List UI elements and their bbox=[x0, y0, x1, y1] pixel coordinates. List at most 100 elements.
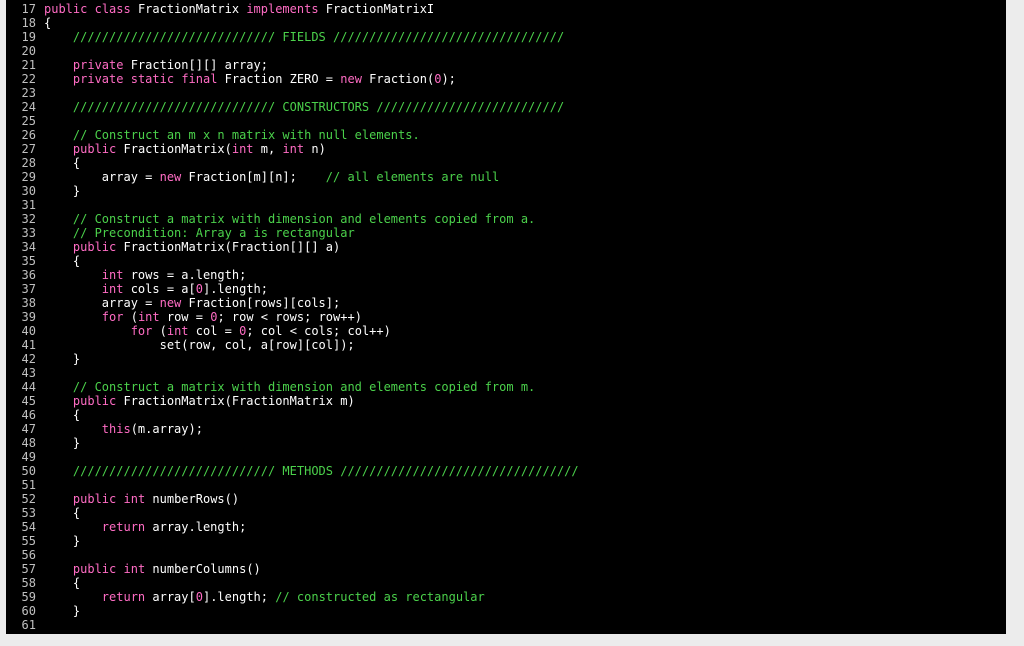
code-content: for (int col = 0; col < cols; col++) bbox=[44, 324, 1006, 338]
token-kw: int bbox=[124, 492, 146, 506]
code-line: 31 bbox=[6, 198, 1006, 212]
token-id bbox=[44, 590, 102, 604]
code-line: 22 private static final Fraction ZERO = … bbox=[6, 72, 1006, 86]
line-number: 20 bbox=[6, 44, 44, 58]
token-id: Fraction ZERO = bbox=[217, 72, 340, 86]
token-id: ( bbox=[123, 310, 137, 324]
token-id: FractionMatrix bbox=[131, 2, 247, 16]
token-id: { bbox=[44, 254, 80, 268]
code-line: 26 // Construct an m x n matrix with nul… bbox=[6, 128, 1006, 142]
code-line: 36 int rows = a.length; bbox=[6, 268, 1006, 282]
line-number: 27 bbox=[6, 142, 44, 156]
token-cm: //////////////////////////// METHODS ///… bbox=[73, 464, 579, 478]
token-id: ; row < rows; row++) bbox=[217, 310, 362, 324]
token-id: ].length; bbox=[203, 590, 275, 604]
code-content: { bbox=[44, 254, 1006, 268]
token-kw: int bbox=[282, 142, 304, 156]
line-number: 31 bbox=[6, 198, 44, 212]
token-id: { bbox=[44, 408, 80, 422]
line-number: 42 bbox=[6, 352, 44, 366]
line-number: 55 bbox=[6, 534, 44, 548]
code-line: 38 array = new Fraction[rows][cols]; bbox=[6, 296, 1006, 310]
code-line: 41 set(row, col, a[row][col]); bbox=[6, 338, 1006, 352]
code-content: private static final Fraction ZERO = new… bbox=[44, 72, 1006, 86]
code-content: //////////////////////////// CONSTRUCTOR… bbox=[44, 100, 1006, 114]
code-line: 42 } bbox=[6, 352, 1006, 366]
token-id bbox=[44, 520, 102, 534]
code-line: 60 } bbox=[6, 604, 1006, 618]
token-id: { bbox=[44, 156, 80, 170]
code-content bbox=[44, 366, 1006, 380]
line-number: 45 bbox=[6, 394, 44, 408]
token-cm: // all elements are null bbox=[326, 170, 499, 184]
token-id bbox=[44, 394, 73, 408]
token-id: array = bbox=[44, 296, 160, 310]
code-content bbox=[44, 548, 1006, 562]
line-number: 21 bbox=[6, 58, 44, 72]
token-cm: //////////////////////////// CONSTRUCTOR… bbox=[73, 100, 564, 114]
token-id: ].length; bbox=[203, 282, 268, 296]
code-line: 56 bbox=[6, 548, 1006, 562]
token-id: FractionMatrix(Fraction[][] a) bbox=[116, 240, 340, 254]
token-cm: // Construct an m x n matrix with null e… bbox=[73, 128, 420, 142]
code-line: 27 public FractionMatrix(int m, int n) bbox=[6, 142, 1006, 156]
code-content: { bbox=[44, 408, 1006, 422]
token-id bbox=[116, 492, 123, 506]
token-kw: implements bbox=[246, 2, 318, 16]
code-line: 52 public int numberRows() bbox=[6, 492, 1006, 506]
token-id bbox=[44, 464, 73, 478]
token-kw: new bbox=[160, 170, 182, 184]
line-number: 22 bbox=[6, 72, 44, 86]
code-line: 51 bbox=[6, 478, 1006, 492]
token-id bbox=[44, 310, 102, 324]
token-kw: static bbox=[131, 72, 174, 86]
token-kw: public bbox=[73, 142, 116, 156]
code-content: private Fraction[][] array; bbox=[44, 58, 1006, 72]
token-id: Fraction[][] array; bbox=[123, 58, 268, 72]
line-number: 29 bbox=[6, 170, 44, 184]
code-line: 58 { bbox=[6, 576, 1006, 590]
token-id: { bbox=[44, 506, 80, 520]
token-id: } bbox=[44, 352, 80, 366]
line-number: 61 bbox=[6, 618, 44, 632]
token-id: } bbox=[44, 184, 80, 198]
code-line: 46 { bbox=[6, 408, 1006, 422]
code-line: 43 bbox=[6, 366, 1006, 380]
token-id: { bbox=[44, 576, 80, 590]
token-id bbox=[44, 30, 73, 44]
code-content bbox=[44, 478, 1006, 492]
code-content: { bbox=[44, 576, 1006, 590]
token-cm: // Precondition: Array a is rectangular bbox=[73, 226, 355, 240]
token-id bbox=[44, 72, 73, 86]
code-line: 50 //////////////////////////// METHODS … bbox=[6, 464, 1006, 478]
token-id bbox=[44, 562, 73, 576]
token-id bbox=[87, 2, 94, 16]
code-line: 23 bbox=[6, 86, 1006, 100]
code-line: 37 int cols = a[0].length; bbox=[6, 282, 1006, 296]
token-kw: int bbox=[102, 268, 124, 282]
code-content: array = new Fraction[rows][cols]; bbox=[44, 296, 1006, 310]
token-id: FractionMatrixI bbox=[319, 2, 435, 16]
token-id: FractionMatrix(FractionMatrix m) bbox=[116, 394, 354, 408]
code-line: 45 public FractionMatrix(FractionMatrix … bbox=[6, 394, 1006, 408]
code-line: 17public class FractionMatrix implements… bbox=[6, 2, 1006, 16]
code-line: 19 //////////////////////////// FIELDS /… bbox=[6, 30, 1006, 44]
token-id: Fraction( bbox=[362, 72, 434, 86]
code-content: public FractionMatrix(FractionMatrix m) bbox=[44, 394, 1006, 408]
token-kw: for bbox=[102, 310, 124, 324]
code-content: public int numberRows() bbox=[44, 492, 1006, 506]
code-content: { bbox=[44, 506, 1006, 520]
line-number: 49 bbox=[6, 450, 44, 464]
token-kw: int bbox=[102, 282, 124, 296]
line-number: 57 bbox=[6, 562, 44, 576]
line-number: 39 bbox=[6, 310, 44, 324]
line-number: 33 bbox=[6, 226, 44, 240]
code-line: 21 private Fraction[][] array; bbox=[6, 58, 1006, 72]
token-kw: int bbox=[232, 142, 254, 156]
line-number: 36 bbox=[6, 268, 44, 282]
token-kw: private bbox=[73, 72, 124, 86]
code-line: 44 // Construct a matrix with dimension … bbox=[6, 380, 1006, 394]
token-num: 0 bbox=[196, 590, 203, 604]
code-content: { bbox=[44, 16, 1006, 30]
token-kw: public bbox=[73, 562, 116, 576]
